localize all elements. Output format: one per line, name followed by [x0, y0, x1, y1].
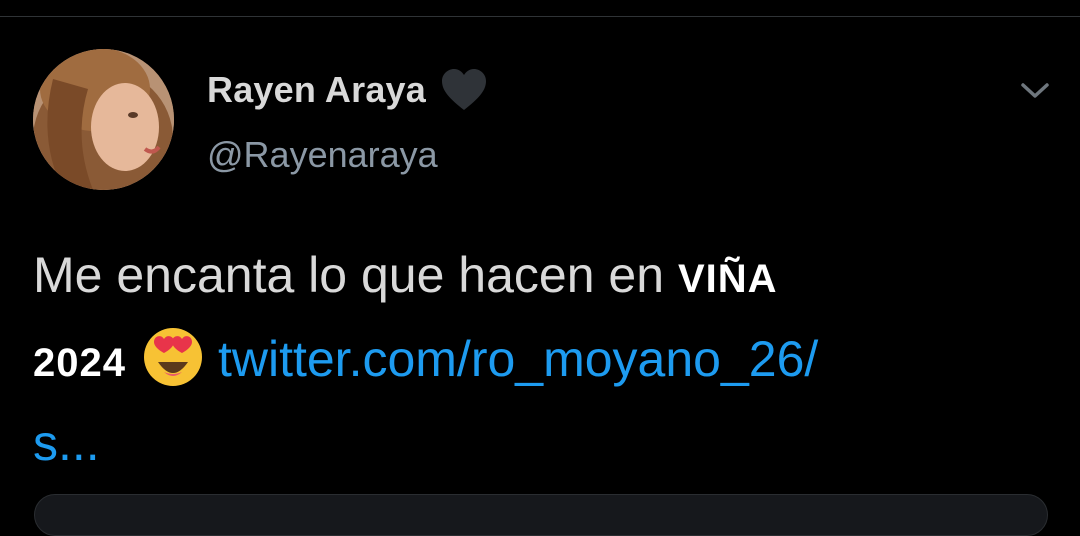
media-card[interactable]: [34, 494, 1048, 536]
tweet-link-continuation[interactable]: s...: [33, 403, 1043, 483]
author-handle[interactable]: @Rayenaraya: [207, 134, 438, 176]
display-name[interactable]: Rayen Araya: [207, 69, 426, 111]
overlay-word-vina: VIÑA: [677, 257, 778, 301]
tweet-line-2: 2024 twitter.com/ro_moyano_26/: [33, 319, 1043, 403]
heart-icon: [440, 68, 488, 112]
top-divider: [0, 16, 1080, 17]
author-name-row: Rayen Araya: [207, 66, 488, 114]
overlay-word-year: 2024: [33, 341, 126, 385]
tweet-text-part: Me encanta lo que hacen en: [33, 247, 665, 303]
tweet-text: Me encanta lo que hacen en VIÑA 2024 twit…: [33, 235, 1043, 483]
tweet-link[interactable]: twitter.com/ro_moyano_26/: [218, 331, 818, 387]
avatar-photo: [33, 49, 174, 190]
heart-eyes-emoji-icon: [140, 322, 206, 388]
avatar[interactable]: [33, 49, 174, 190]
tweet-line-1: Me encanta lo que hacen en VIÑA: [33, 235, 1043, 319]
chevron-down-icon[interactable]: [1018, 76, 1052, 104]
